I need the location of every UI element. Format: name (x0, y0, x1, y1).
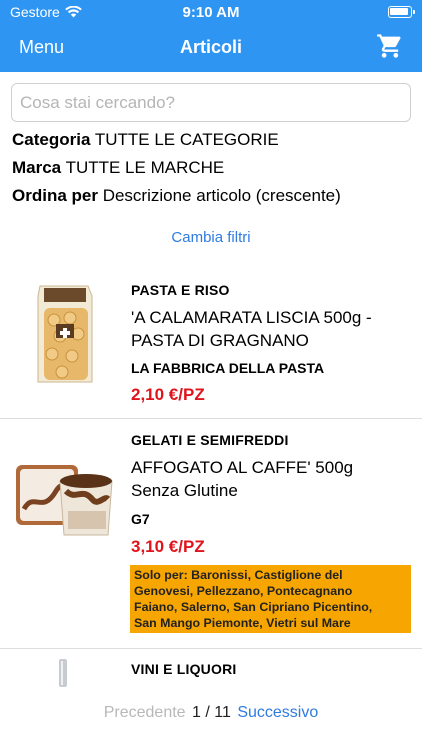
pasta-package-image (37, 285, 93, 383)
cart-icon[interactable] (376, 32, 404, 60)
item-name: AFFOGATO AL CAFFE' 500g Senza Glutine (131, 456, 413, 502)
item-brand: G7 (131, 511, 150, 527)
list-item[interactable]: PASTA E RISO 'A CALAMARATA LISCIA 500g -… (0, 268, 422, 418)
item-brand: LA FABBRICA DELLA PASTA (131, 360, 325, 376)
notice-line: Faiano, Salerno, San Cipriano Picentino, (134, 600, 373, 614)
item-price: 2,10 €/PZ (131, 385, 205, 404)
category-label: Categoria (12, 130, 91, 149)
notice-line: San Mango Piemonte, Vietri sul Mare (134, 616, 351, 630)
sort-filter: Ordina per Descrizione articolo (crescen… (12, 186, 341, 206)
availability-notice: Solo per: Baronissi, Castiglione del Gen… (130, 565, 411, 633)
top-bar: Gestore 9:10 AM Menu Articoli (0, 0, 422, 72)
brand-filter: Marca TUTTE LE MARCHE (12, 158, 224, 178)
search-input[interactable] (11, 83, 411, 122)
item-category: GELATI E SEMIFREDDI (131, 432, 289, 448)
list-item[interactable]: VINI E LIQUORI (0, 649, 422, 689)
menu-button[interactable]: Menu (19, 37, 64, 58)
item-name-line: 'A CALAMARATA LISCIA 500g - (131, 308, 372, 327)
item-name-line: PASTA DI GRAGNANO (131, 331, 309, 350)
notice-line: Solo per: Baronissi, Castiglione del (134, 568, 343, 582)
change-filters-link[interactable]: Cambia filtri (0, 229, 422, 246)
previous-page-button[interactable]: Precedente (104, 704, 186, 721)
brand-value: TUTTE LE MARCHE (65, 158, 225, 177)
status-time: 9:10 AM (182, 4, 240, 21)
sort-label: Ordina per (12, 186, 98, 205)
item-name-line: Senza Glutine (131, 481, 238, 500)
item-name: 'A CALAMARATA LISCIA 500g - PASTA DI GRA… (131, 306, 413, 352)
pagination: Precedente 1 / 11 Successivo (0, 704, 422, 722)
item-price: 3,10 €/PZ (131, 537, 205, 556)
notice-line: Genovesi, Pellezzano, Pontecagnano (134, 584, 353, 598)
navigation-bar: Menu Articoli (0, 26, 422, 72)
category-filter: Categoria TUTTE LE CATEGORIE (12, 130, 279, 150)
item-name-line: AFFOGATO AL CAFFE' 500g (131, 458, 354, 477)
page-indicator: 1 / 11 (192, 704, 231, 721)
status-bar: Gestore 9:10 AM (0, 0, 422, 26)
next-page-button[interactable]: Successivo (237, 704, 318, 721)
category-value: TUTTE LE CATEGORIE (94, 130, 279, 149)
battery-icon (388, 6, 415, 18)
item-category: VINI E LIQUORI (131, 661, 237, 677)
list-item[interactable]: GELATI E SEMIFREDDI AFFOGATO AL CAFFE' 5… (0, 419, 422, 648)
brand-label: Marca (12, 158, 62, 177)
bottle-image (59, 659, 67, 687)
gelato-tub-image (16, 465, 113, 536)
item-category: PASTA E RISO (131, 282, 230, 298)
sort-value: Descrizione articolo (crescente) (102, 186, 341, 205)
